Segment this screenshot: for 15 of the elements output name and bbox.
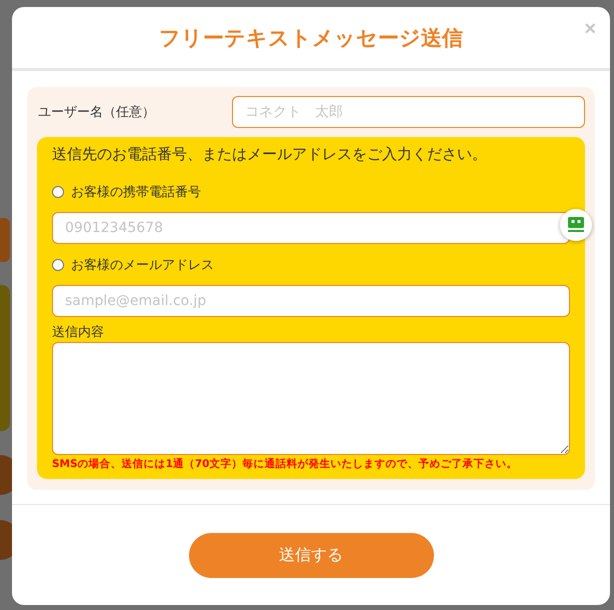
dialog-title: フリーテキストメッセージ送信 xyxy=(159,24,463,52)
instruction-text: 送信先のお電話番号、またはメールアドレスをご入力ください。 xyxy=(52,145,488,164)
radio-label: お客様の携帯電話番号 xyxy=(71,184,201,201)
send-button[interactable]: 送信する xyxy=(188,532,434,578)
notice-text: SMSの場合、送信には1通（70文字）毎に通話料が発生いたしますので、予めご了承下さい。 xyxy=(52,457,518,471)
field-label: ユーザー名（任意） xyxy=(37,104,156,121)
input-field[interactable]: sample@email.co.jp xyxy=(52,285,570,317)
field-label: 送信内容 xyxy=(52,324,105,341)
input-field[interactable]: 09012345678 xyxy=(52,212,570,244)
radio-button[interactable] xyxy=(52,259,64,271)
message-field[interactable] xyxy=(52,342,570,455)
radio-label: お客様のメールアドレス xyxy=(71,257,214,274)
input-field[interactable]: コネクト 太郎 xyxy=(232,96,585,128)
close-button[interactable]: × xyxy=(584,19,596,39)
radio-button[interactable] xyxy=(52,186,64,198)
